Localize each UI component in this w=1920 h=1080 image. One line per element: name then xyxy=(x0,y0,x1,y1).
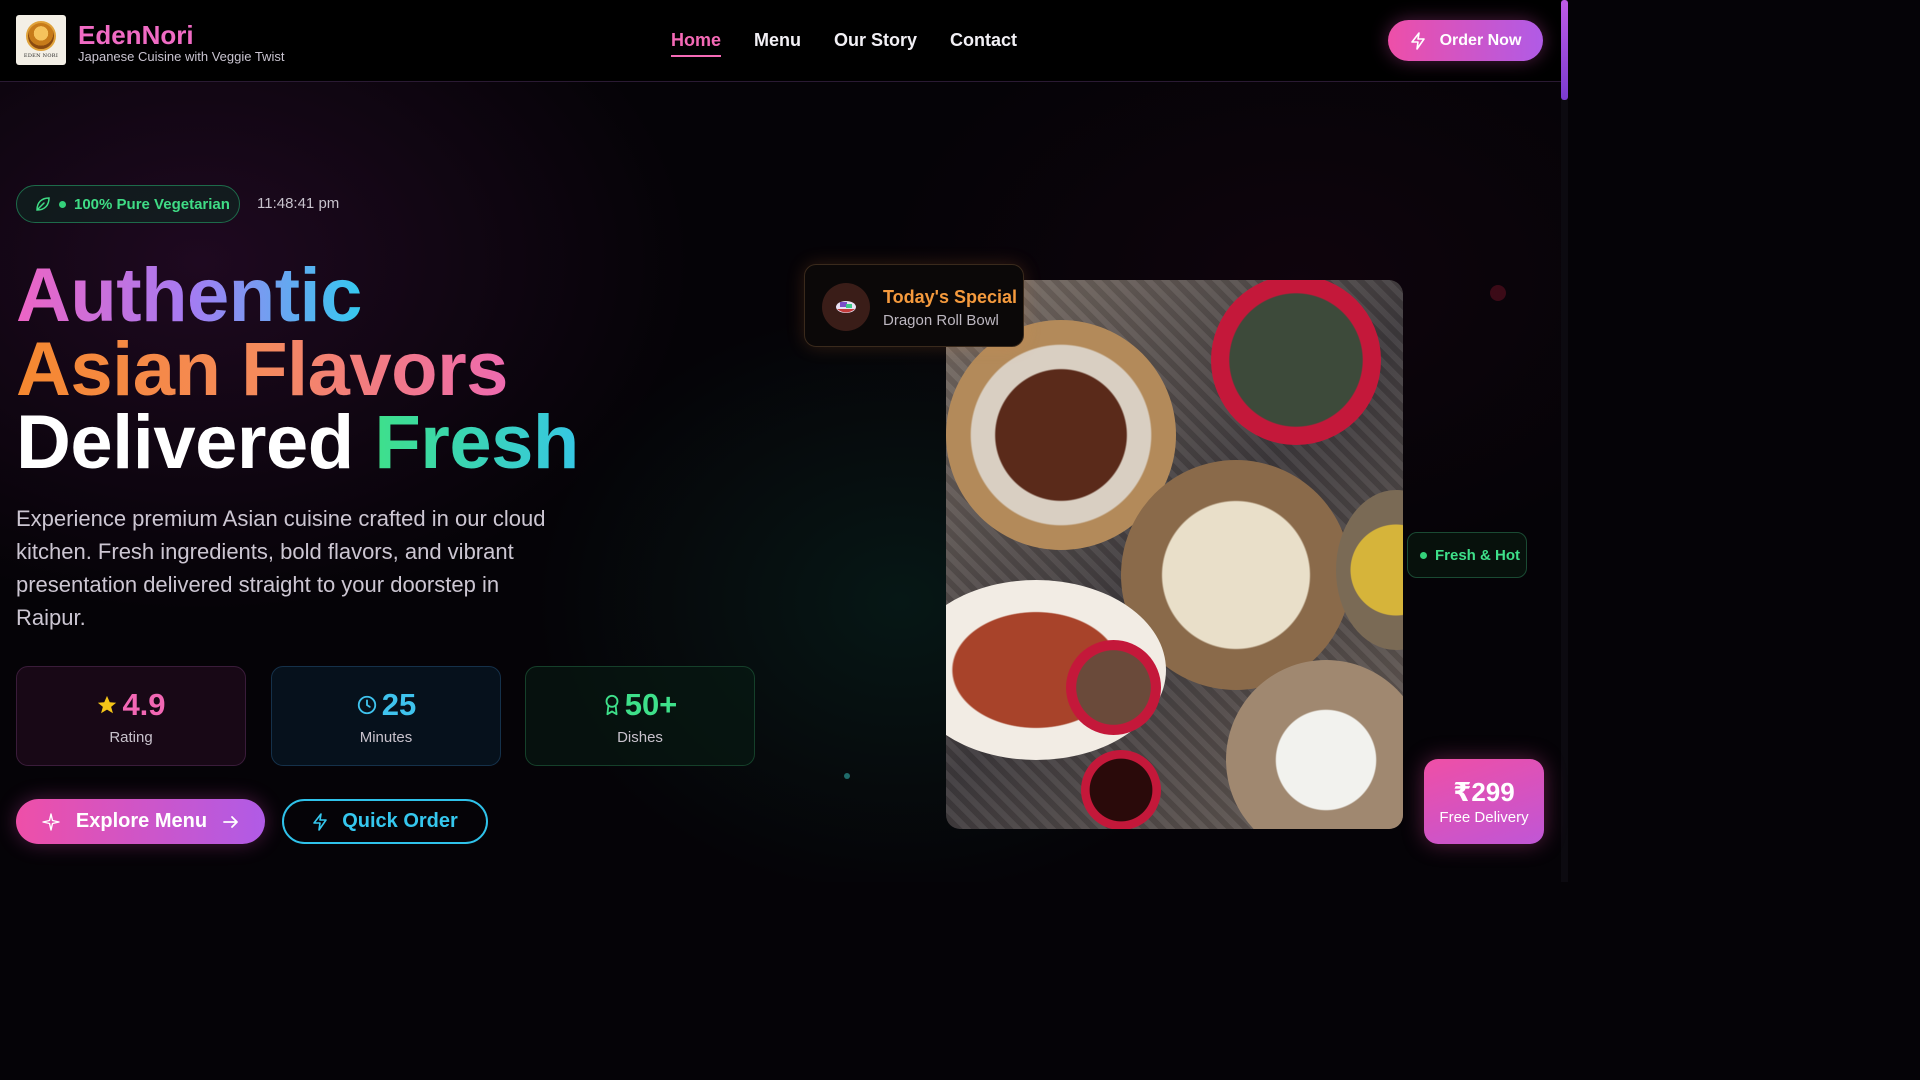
headline-line-2: Asian Flavors xyxy=(16,327,508,412)
explore-menu-button[interactable]: Explore Menu xyxy=(16,799,265,844)
nav-link-contact[interactable]: Contact xyxy=(950,28,1017,52)
minutes-value: 25 xyxy=(381,686,417,722)
status-dot xyxy=(59,200,66,208)
headline-fresh: Fresh xyxy=(374,400,579,485)
top-navbar: EDEN NORI EdenNori Japanese Cuisine with… xyxy=(0,0,1568,82)
award-icon xyxy=(603,694,621,716)
logo-text: EDEN NORI xyxy=(23,53,59,59)
explore-menu-label: Explore Menu xyxy=(75,810,208,832)
rating-label: Rating xyxy=(109,728,153,746)
sparkle-icon xyxy=(42,812,60,831)
vegetarian-badge: 100% Pure Vegetarian xyxy=(16,185,240,223)
nav-link-home[interactable]: Home xyxy=(671,28,722,57)
free-delivery-label: Free Delivery xyxy=(1439,809,1529,826)
rating-value: 4.9 xyxy=(122,686,166,722)
hero-description: Experience premium Asian cuisine crafted… xyxy=(16,506,546,630)
dishes-label: Dishes xyxy=(617,728,663,746)
stat-card-dishes: 50+ Dishes xyxy=(525,666,755,766)
decorative-dot xyxy=(844,773,850,779)
headline-line-3: Delivered Fresh xyxy=(16,405,579,481)
vegetarian-badge-label: 100% Pure Vegetarian xyxy=(74,195,230,213)
leaf-icon xyxy=(35,196,51,212)
arrow-right-icon xyxy=(223,815,239,829)
nav-links: Home Menu Our Story Contact xyxy=(671,28,1050,57)
hero-food-image xyxy=(946,280,1403,829)
lightning-icon xyxy=(312,812,328,831)
scrollbar-thumb[interactable] xyxy=(1561,0,1568,100)
dishes-value: 50+ xyxy=(624,686,678,722)
todays-special-dish: Dragon Roll Bowl xyxy=(883,312,999,329)
brand-name: EdenNori xyxy=(78,20,194,50)
price-card[interactable]: ₹299 Free Delivery xyxy=(1424,759,1544,844)
todays-special-card[interactable]: Today's Special Dragon Roll Bowl xyxy=(804,264,1024,347)
quick-order-button[interactable]: Quick Order xyxy=(282,799,488,844)
lightning-icon xyxy=(1410,31,1426,50)
headline-delivered: Delivered xyxy=(16,400,354,485)
todays-special-title: Today's Special xyxy=(883,287,1017,307)
quick-order-label: Quick Order xyxy=(342,810,458,832)
bowl-logo-icon xyxy=(26,21,56,51)
fresh-hot-badge: Fresh & Hot xyxy=(1407,532,1527,578)
current-time: 11:48:41 pm xyxy=(257,195,340,212)
clock-icon xyxy=(356,694,378,716)
decorative-dot xyxy=(1490,285,1506,301)
sushi-bowl-icon xyxy=(822,283,870,331)
nav-link-menu[interactable]: Menu xyxy=(754,28,801,52)
price-value: ₹299 xyxy=(1453,777,1515,807)
brand-block[interactable]: EdenNori Japanese Cuisine with Veggie Tw… xyxy=(78,20,284,64)
brand-logo[interactable]: EDEN NORI xyxy=(16,15,66,65)
stat-card-minutes: 25 Minutes xyxy=(271,666,501,766)
nav-link-our-story[interactable]: Our Story xyxy=(834,28,917,52)
fresh-hot-label: Fresh & Hot xyxy=(1435,546,1521,564)
brand-tagline: Japanese Cuisine with Veggie Twist xyxy=(78,49,285,64)
order-now-label: Order Now xyxy=(1439,31,1522,49)
star-icon xyxy=(96,694,118,716)
headline-line-1: Authentic xyxy=(16,253,362,338)
stat-card-rating: 4.9 Rating xyxy=(16,666,246,766)
order-now-button[interactable]: Order Now xyxy=(1388,20,1543,61)
status-dot xyxy=(1420,551,1427,559)
minutes-label: Minutes xyxy=(359,728,413,746)
scrollbar-track[interactable] xyxy=(1561,0,1568,882)
